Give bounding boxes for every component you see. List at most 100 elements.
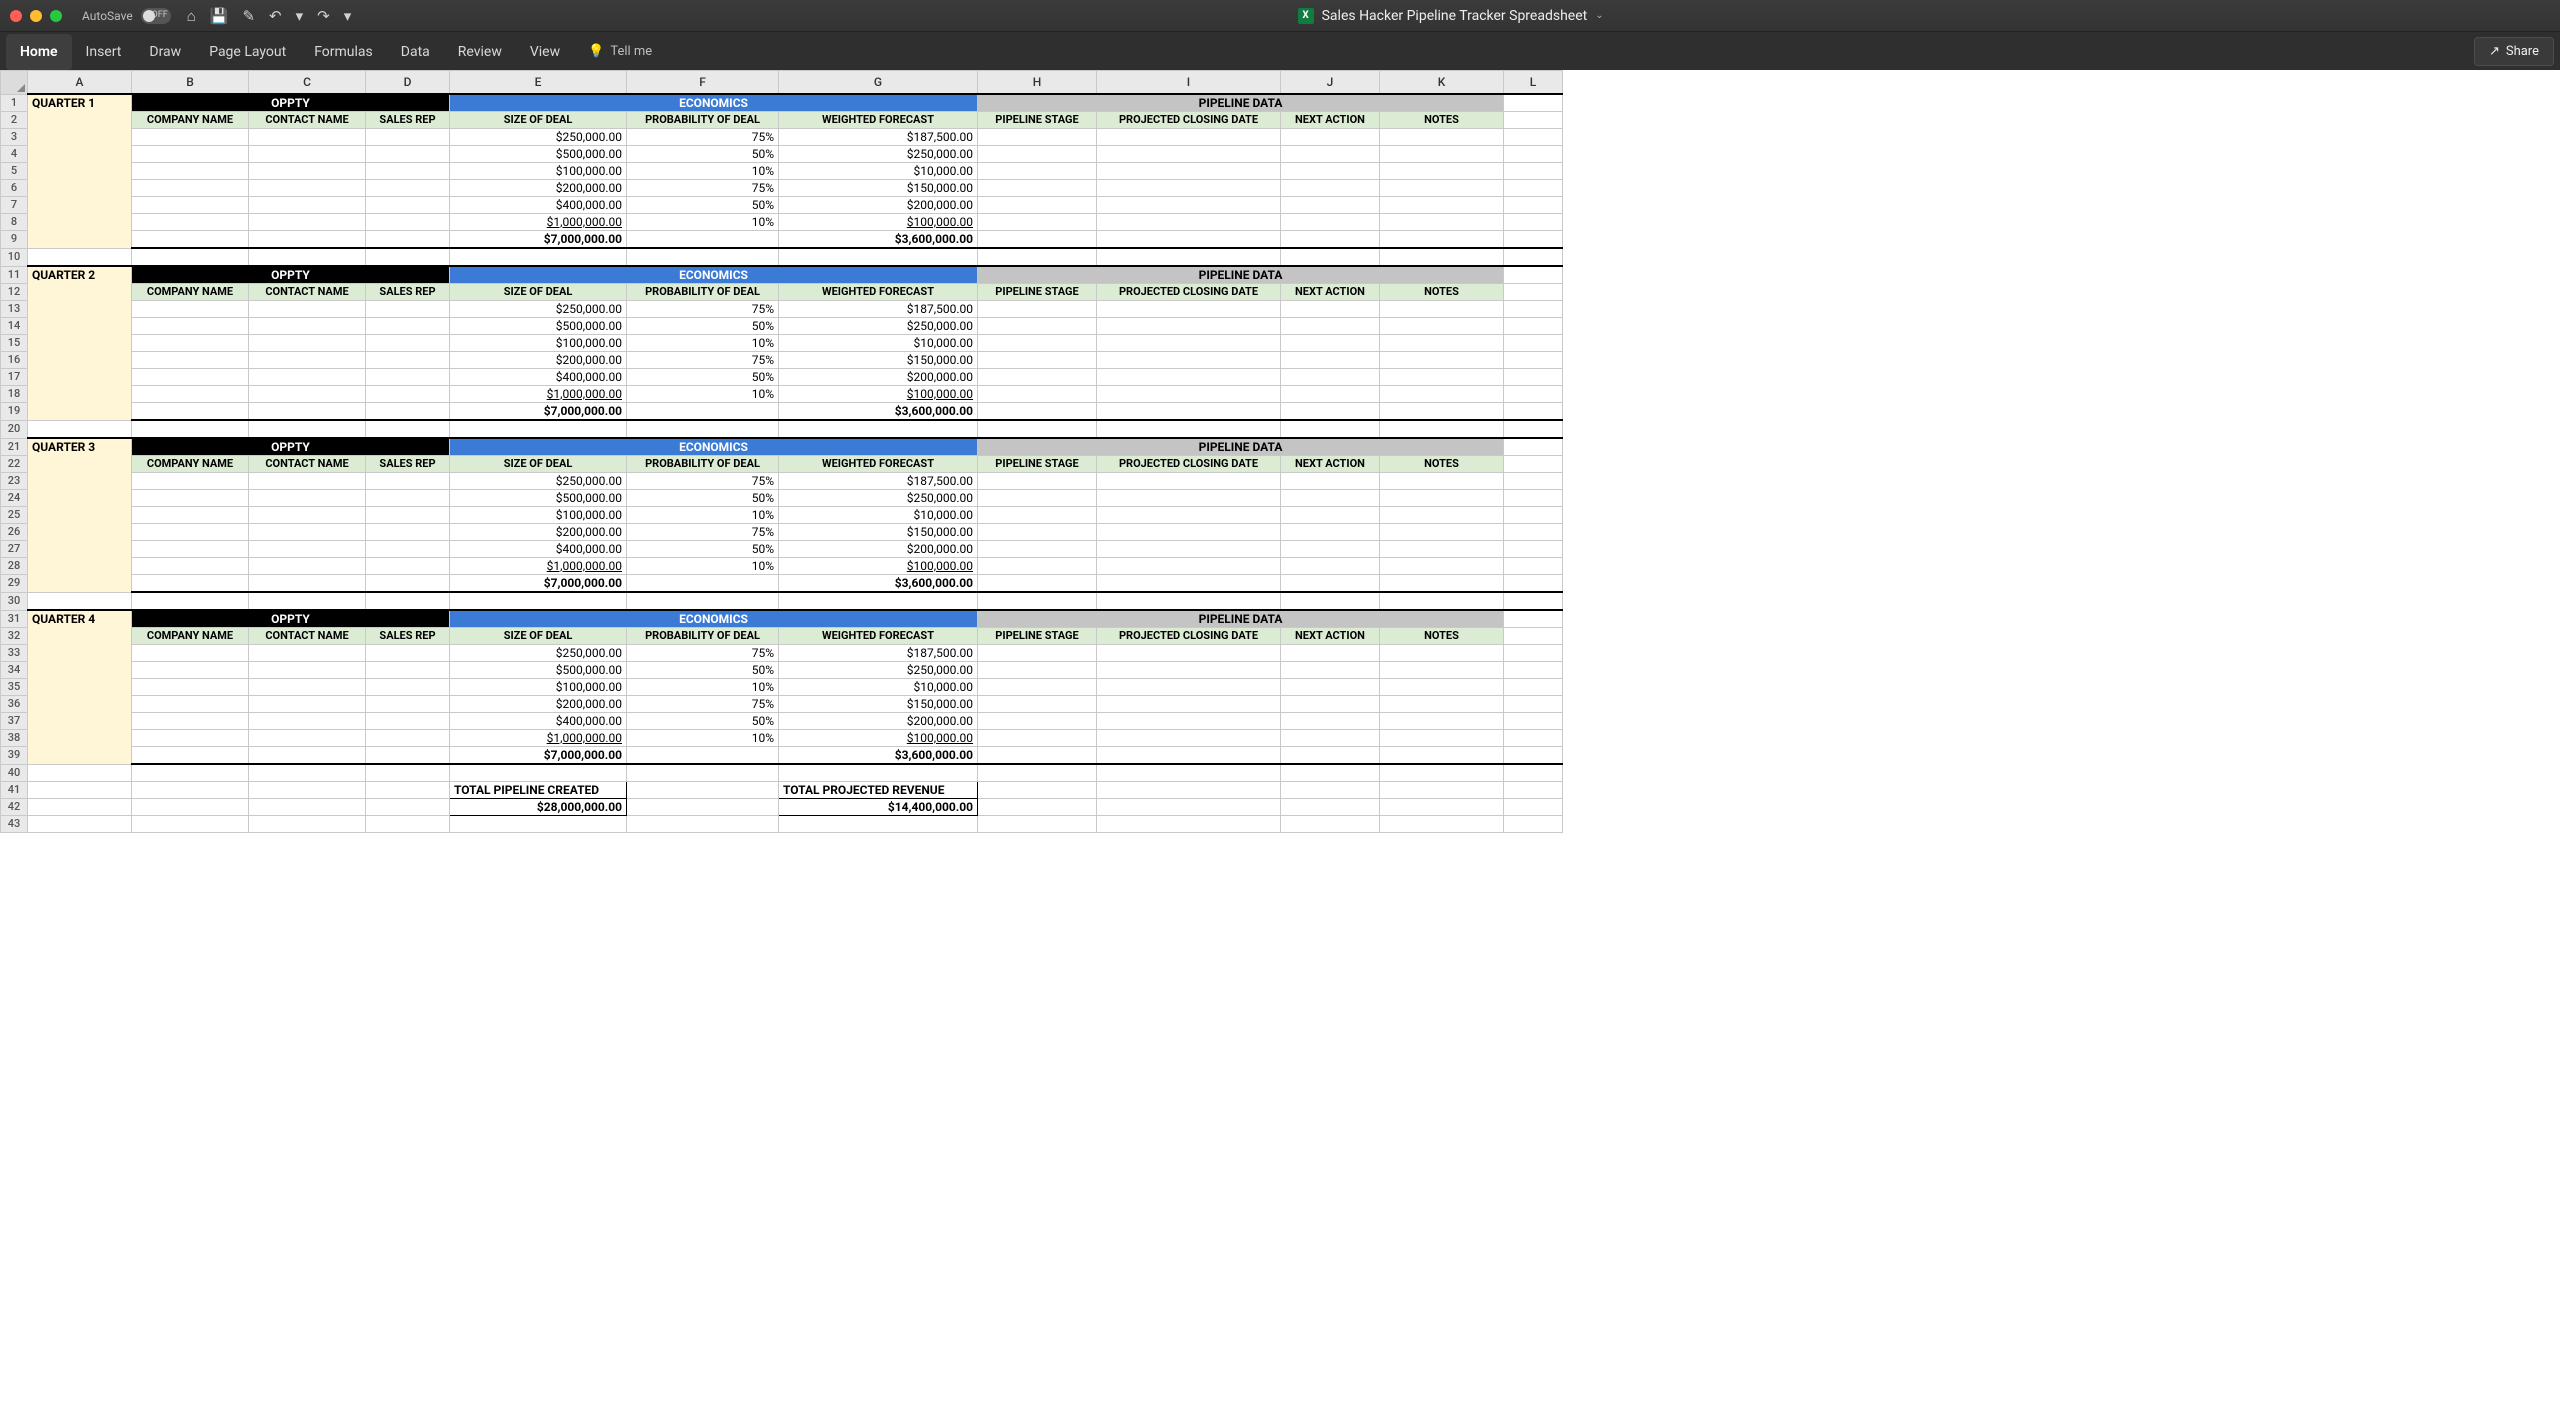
cell[interactable]: [1281, 318, 1380, 335]
hdr-forecast[interactable]: WEIGHTED FORECAST: [779, 284, 978, 301]
forecast-cell[interactable]: $150,000.00: [779, 352, 978, 369]
cell[interactable]: [1281, 679, 1380, 696]
cell[interactable]: [1281, 747, 1380, 765]
company-cell[interactable]: [132, 146, 249, 163]
cell[interactable]: [1097, 386, 1281, 403]
hdr-closing[interactable]: PROJECTED CLOSING DATE: [1097, 628, 1281, 645]
cell[interactable]: [1281, 782, 1380, 799]
hdr-contact[interactable]: CONTACT NAME: [249, 628, 366, 645]
row-header[interactable]: 5: [1, 163, 28, 180]
spacer[interactable]: [249, 420, 366, 438]
spacer[interactable]: [366, 420, 450, 438]
cell[interactable]: [1504, 507, 1563, 524]
prob-cell[interactable]: 50%: [627, 490, 779, 507]
contact-cell[interactable]: [249, 129, 366, 146]
hdr-company[interactable]: COMPANY NAME: [132, 284, 249, 301]
cell[interactable]: [132, 764, 249, 782]
size-cell[interactable]: $500,000.00: [450, 146, 627, 163]
spacer[interactable]: [1380, 420, 1504, 438]
spacer[interactable]: [1097, 248, 1281, 266]
section-pipeline[interactable]: PIPELINE DATA: [978, 94, 1504, 112]
cell[interactable]: [1380, 816, 1504, 833]
cell[interactable]: [1504, 403, 1563, 421]
row-header[interactable]: 8: [1, 214, 28, 231]
cell[interactable]: [1281, 799, 1380, 816]
cell[interactable]: [1097, 816, 1281, 833]
prob-cell[interactable]: 75%: [627, 301, 779, 318]
section-oppty[interactable]: OPPTY: [132, 438, 450, 456]
cell[interactable]: [1097, 541, 1281, 558]
ribbon-tab-page-layout[interactable]: Page Layout: [195, 34, 300, 70]
forecast-cell[interactable]: $100,000.00: [779, 558, 978, 575]
ribbon-tab-review[interactable]: Review: [444, 34, 516, 70]
cell[interactable]: [1380, 231, 1504, 249]
cell[interactable]: [1281, 163, 1380, 180]
prob-cell[interactable]: 75%: [627, 645, 779, 662]
cell[interactable]: [28, 799, 132, 816]
cell[interactable]: [978, 645, 1097, 662]
cell[interactable]: [366, 764, 450, 782]
rep-cell[interactable]: [366, 352, 450, 369]
row-header[interactable]: 23: [1, 473, 28, 490]
cell[interactable]: [1281, 146, 1380, 163]
contact-cell[interactable]: [249, 369, 366, 386]
cell[interactable]: [1504, 764, 1563, 782]
row-header[interactable]: 36: [1, 696, 28, 713]
forecast-cell[interactable]: $187,500.00: [779, 129, 978, 146]
cell[interactable]: [1380, 403, 1504, 421]
maximize-window-button[interactable]: [50, 10, 62, 22]
hdr-forecast[interactable]: WEIGHTED FORECAST: [779, 628, 978, 645]
quarter-size-total[interactable]: $7,000,000.00: [450, 231, 627, 249]
size-cell[interactable]: $200,000.00: [450, 352, 627, 369]
spacer[interactable]: [450, 592, 627, 610]
row-header[interactable]: 3: [1, 129, 28, 146]
company-cell[interactable]: [132, 301, 249, 318]
cell[interactable]: [1504, 575, 1563, 593]
save-icon[interactable]: 💾: [210, 7, 229, 25]
company-cell[interactable]: [132, 318, 249, 335]
forecast-cell[interactable]: $100,000.00: [779, 730, 978, 747]
cell[interactable]: [1380, 146, 1504, 163]
prob-cell[interactable]: 50%: [627, 541, 779, 558]
cell[interactable]: [978, 782, 1097, 799]
spacer[interactable]: [779, 592, 978, 610]
company-cell[interactable]: [132, 713, 249, 730]
contact-cell[interactable]: [249, 180, 366, 197]
section-economics[interactable]: ECONOMICS: [450, 610, 978, 628]
company-cell[interactable]: [132, 662, 249, 679]
row-header[interactable]: 43: [1, 816, 28, 833]
cell[interactable]: [1097, 335, 1281, 352]
hdr-size[interactable]: SIZE OF DEAL: [450, 628, 627, 645]
cell[interactable]: [1097, 214, 1281, 231]
rep-cell[interactable]: [366, 490, 450, 507]
cell[interactable]: [1380, 679, 1504, 696]
column-header-b[interactable]: B: [132, 71, 249, 95]
contact-cell[interactable]: [249, 507, 366, 524]
spacer[interactable]: [627, 592, 779, 610]
row-header[interactable]: 25: [1, 507, 28, 524]
hdr-notes[interactable]: NOTES: [1380, 112, 1504, 129]
company-cell[interactable]: [132, 524, 249, 541]
cell[interactable]: [1504, 386, 1563, 403]
row-header[interactable]: 9: [1, 231, 28, 249]
cell[interactable]: [1380, 129, 1504, 146]
cell[interactable]: [366, 403, 450, 421]
cell[interactable]: [1504, 112, 1563, 129]
cell[interactable]: [1097, 662, 1281, 679]
cell[interactable]: [1504, 610, 1563, 628]
cell[interactable]: [978, 696, 1097, 713]
hdr-rep[interactable]: SALES REP: [366, 456, 450, 473]
close-window-button[interactable]: [10, 10, 22, 22]
hdr-contact[interactable]: CONTACT NAME: [249, 284, 366, 301]
cell[interactable]: [1097, 403, 1281, 421]
cell[interactable]: [1504, 645, 1563, 662]
prob-cell[interactable]: 75%: [627, 524, 779, 541]
contact-cell[interactable]: [249, 645, 366, 662]
cell[interactable]: [1380, 352, 1504, 369]
size-cell[interactable]: $1,000,000.00: [450, 558, 627, 575]
hdr-prob[interactable]: PROBABILITY OF DEAL: [627, 284, 779, 301]
ribbon-tab-draw[interactable]: Draw: [135, 34, 195, 70]
quarter-size-total[interactable]: $7,000,000.00: [450, 747, 627, 765]
hdr-notes[interactable]: NOTES: [1380, 628, 1504, 645]
spacer[interactable]: [1504, 248, 1563, 266]
